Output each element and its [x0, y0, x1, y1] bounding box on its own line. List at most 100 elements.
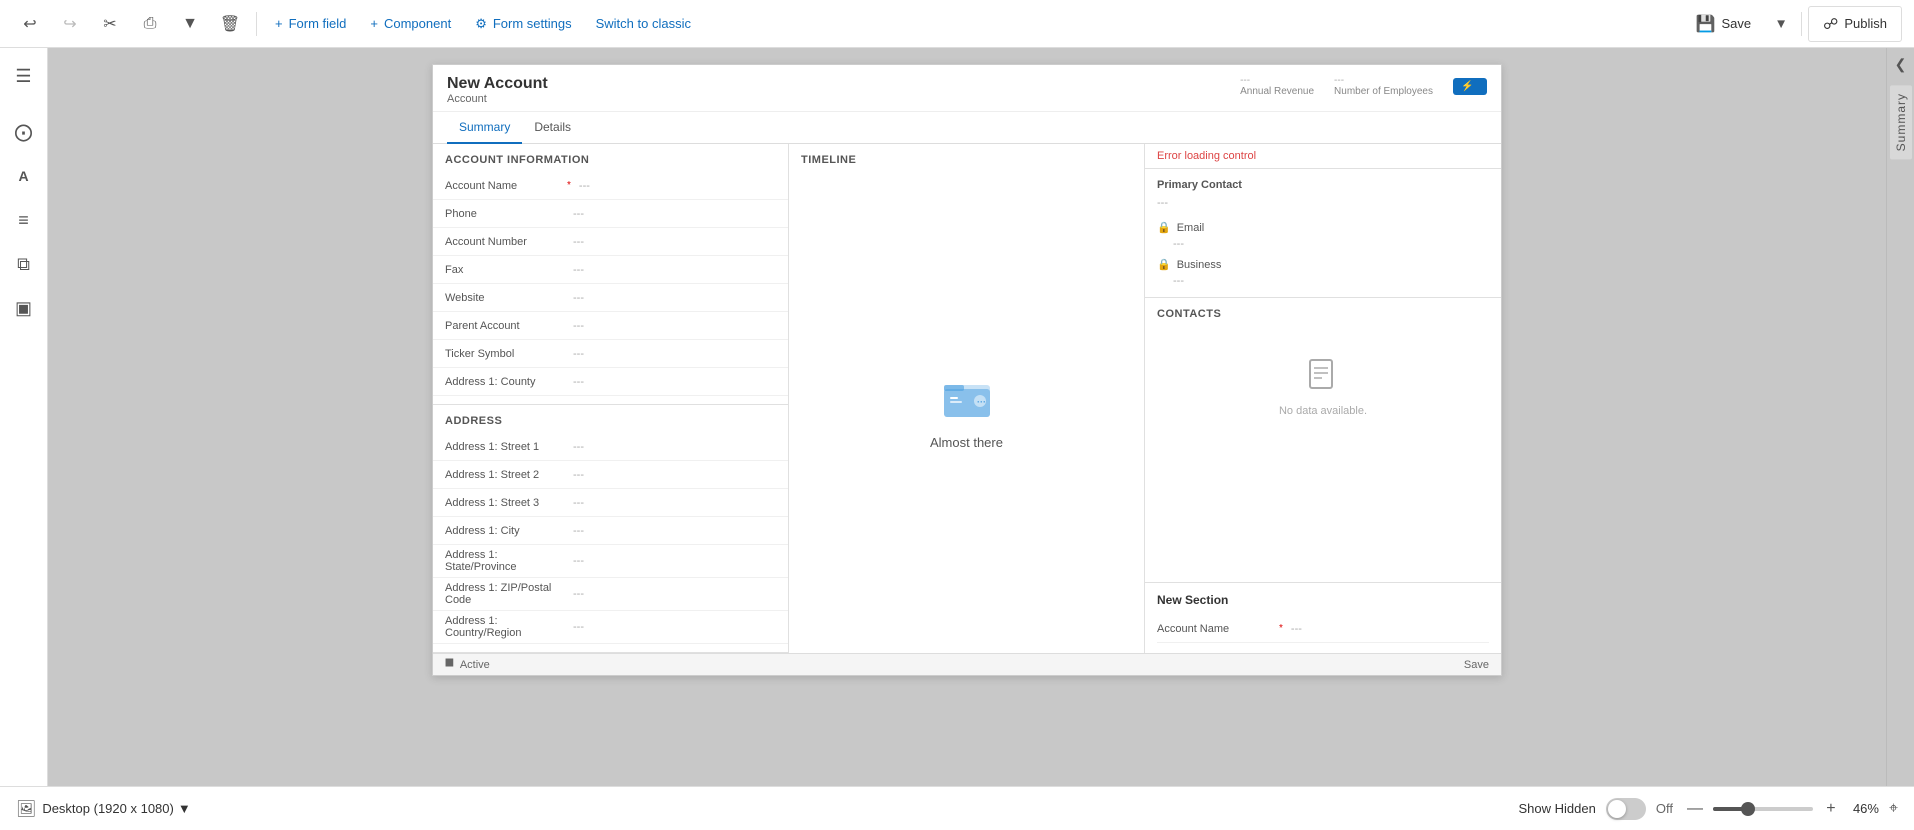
switch-classic-button[interactable]: Switch to classic	[586, 6, 701, 42]
sidebar-menu-icon[interactable]: ☰	[4, 56, 44, 96]
canvas-wrapper: New Account Account --- Annual Revenue -…	[432, 64, 1502, 676]
address-header: ADDRESS	[433, 405, 788, 433]
footer-left: 🖼 Desktop (1920 x 1080) ▼	[16, 799, 191, 819]
footer-right: Show Hidden Off — + 46% ⌖	[1519, 798, 1898, 820]
location-icon[interactable]: ⌖	[1889, 800, 1898, 818]
timeline-content: ··· Almost there	[789, 172, 1144, 653]
email-field-row: 🔒 Email	[1157, 217, 1489, 238]
form-header-metrics: --- Annual Revenue --- Number of Employe…	[1240, 75, 1487, 97]
show-hidden-toggle[interactable]	[1606, 798, 1646, 820]
zoom-controls: — +	[1683, 800, 1843, 818]
canvas-bottom: ⯀ Active Save	[433, 653, 1501, 675]
address-section: ADDRESS Address 1: Street 1 --- Address …	[433, 405, 788, 653]
timeline-label: Almost there	[930, 435, 1003, 450]
field-parent-account: Parent Account ---	[433, 312, 788, 340]
email-label: Email	[1177, 222, 1205, 234]
footer: 🖼 Desktop (1920 x 1080) ▼ Show Hidden Of…	[0, 786, 1914, 830]
status-icon: ⯀	[445, 658, 454, 671]
left-sidebar: ☰ ⨀ A ≡ ⧉ ▣	[0, 48, 48, 830]
field-street3: Address 1: Street 3 ---	[433, 489, 788, 517]
divider-1	[256, 12, 257, 36]
tab-details[interactable]: Details	[522, 112, 583, 144]
cut-button[interactable]: ✂	[92, 6, 128, 42]
field-city: Address 1: City ---	[433, 517, 788, 545]
timeline-header: Timeline	[789, 144, 1144, 172]
field-website: Website ---	[433, 284, 788, 312]
lock-icon-email: 🔒	[1157, 221, 1171, 234]
error-bar: Error loading control	[1145, 144, 1501, 169]
metric-employees: --- Number of Employees	[1334, 75, 1433, 97]
field-street1: Address 1: Street 1 ---	[433, 433, 788, 461]
canvas-save: Save	[1464, 659, 1489, 671]
account-info-header: ACCOUNT INFORMATION	[433, 144, 788, 172]
no-data-area: No data available.	[1157, 328, 1489, 447]
form-title-group: New Account Account	[447, 75, 548, 105]
form-canvas: New Account Account --- Annual Revenue -…	[432, 64, 1502, 676]
field-account-name: Account Name * ---	[433, 172, 788, 200]
desktop-label: Desktop (1920 x 1080) ▼	[42, 801, 190, 816]
monitor-icon: 🖼	[16, 799, 36, 819]
plus-icon-1: +	[275, 16, 283, 31]
form-header: New Account Account --- Annual Revenue -…	[433, 65, 1501, 112]
main-layout: ☰ ⨀ A ≡ ⧉ ▣ New Account Account	[0, 48, 1914, 830]
zoom-slider[interactable]	[1713, 807, 1813, 811]
collapse-arrow[interactable]: ❮	[1895, 56, 1907, 73]
copy-button[interactable]: ⎙	[132, 6, 168, 42]
sidebar-copy-icon[interactable]: ▣	[4, 288, 44, 328]
toggle-knob	[1608, 800, 1626, 818]
new-section-title: New Section	[1157, 593, 1489, 607]
business-label: Business	[1177, 259, 1222, 271]
right-column: Error loading control Primary Contact --…	[1145, 144, 1501, 653]
field-state: Address 1: State/Province ---	[433, 545, 788, 578]
no-data-icon	[1308, 358, 1338, 399]
toolbar-right: 💾 Save ▼ ☍ Publish	[1682, 6, 1902, 42]
timeline-icon: ···	[942, 375, 992, 423]
save-dropdown-button[interactable]: ▼	[1767, 6, 1795, 42]
primary-contact-label: Primary Contact	[1157, 179, 1489, 191]
component-button[interactable]: + Component	[360, 6, 461, 42]
metric-action-button[interactable]: ⚡	[1453, 78, 1487, 95]
field-street2: Address 1: Street 2 ---	[433, 461, 788, 489]
primary-contact-value: ---	[1157, 197, 1489, 209]
middle-column: Timeline	[789, 144, 1145, 653]
zoom-slider-fill	[1713, 807, 1743, 811]
form-tabs: Summary Details	[433, 112, 1501, 144]
save-button[interactable]: 💾 Save	[1682, 6, 1766, 42]
settings-icon: ⚙	[475, 16, 487, 32]
field-zip: Address 1: ZIP/Postal Code ---	[433, 578, 788, 611]
redo-button[interactable]: ↪	[52, 6, 88, 42]
business-field-row: 🔒 Business	[1157, 254, 1489, 275]
zoom-plus-button[interactable]: +	[1819, 800, 1843, 818]
form-title: New Account	[447, 75, 548, 93]
field-phone: Phone ---	[433, 200, 788, 228]
plus-icon-2: +	[370, 16, 378, 31]
form-field-button[interactable]: + Form field	[265, 6, 356, 42]
email-value: ---	[1157, 238, 1489, 250]
publish-button[interactable]: ☍ Publish	[1808, 6, 1902, 42]
left-column: ACCOUNT INFORMATION Account Name * --- P…	[433, 144, 789, 653]
sidebar-layers-icon[interactable]: ⧉	[4, 244, 44, 284]
desktop-dropdown-icon[interactable]: ▼	[178, 801, 191, 816]
toolbar: ↩ ↪ ✂ ⎙ ▼ 🗑 + Form field + Component ⚙ F…	[0, 0, 1914, 48]
new-section-account-name: Account Name * ---	[1157, 615, 1489, 643]
metric-annual-revenue: --- Annual Revenue	[1240, 75, 1314, 97]
right-sidebar: ❮ Summary	[1886, 48, 1914, 830]
contact-section: Primary Contact --- 🔒 Email --- 🔒 Busine…	[1145, 169, 1501, 298]
form-body: ACCOUNT INFORMATION Account Name * --- P…	[433, 144, 1501, 653]
field-address-county: Address 1: County ---	[433, 368, 788, 396]
dropdown-button[interactable]: ▼	[172, 6, 208, 42]
zoom-percent: 46%	[1853, 801, 1879, 816]
show-hidden-label: Show Hidden	[1519, 801, 1596, 816]
delete-button[interactable]: 🗑	[212, 6, 248, 42]
sidebar-text-icon[interactable]: A	[4, 156, 44, 196]
form-settings-button[interactable]: ⚙ Form settings	[465, 6, 581, 42]
right-sidebar-label[interactable]: Summary	[1890, 85, 1912, 159]
sidebar-grid-icon[interactable]: ⨀	[4, 112, 44, 152]
field-fax: Fax ---	[433, 256, 788, 284]
sidebar-list-icon[interactable]: ≡	[4, 200, 44, 240]
tab-summary[interactable]: Summary	[447, 112, 522, 144]
divider-2	[1801, 12, 1802, 36]
canvas-area: New Account Account --- Annual Revenue -…	[48, 48, 1886, 830]
undo-button[interactable]: ↩	[12, 6, 48, 42]
zoom-minus-button[interactable]: —	[1683, 800, 1707, 818]
